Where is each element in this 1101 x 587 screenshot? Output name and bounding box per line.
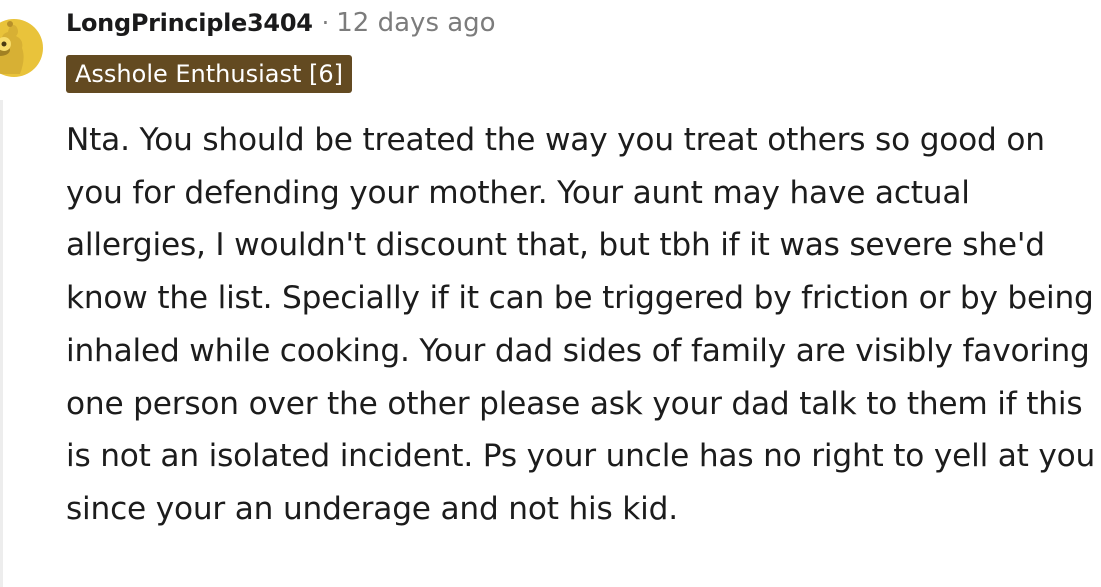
comment-meta: LongPrinciple3404 · 12 days ago xyxy=(66,4,496,42)
meta-separator: · xyxy=(321,9,330,37)
username-link[interactable]: LongPrinciple3404 xyxy=(66,9,313,37)
snoo-avatar-icon[interactable] xyxy=(0,14,44,78)
timestamp-link[interactable]: 12 days ago xyxy=(336,8,495,38)
thread-line[interactable] xyxy=(0,100,3,587)
user-flair-badge: Asshole Enthusiast [6] xyxy=(66,55,353,93)
comment-body: Nta. You should be treated the way you t… xyxy=(66,122,1096,527)
